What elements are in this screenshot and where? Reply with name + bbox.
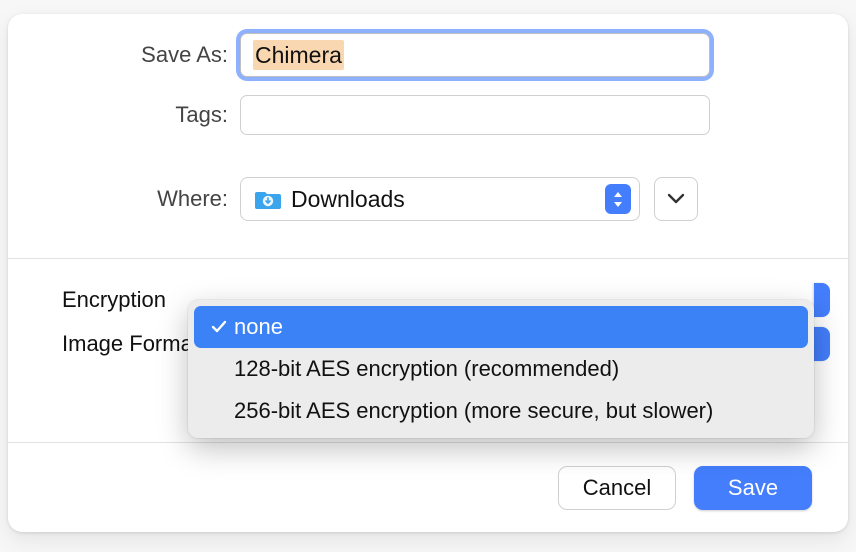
encryption-label: Encryption <box>8 287 166 313</box>
save-as-input[interactable] <box>241 34 709 76</box>
form-area: Save As: Chimera Tags: Where: <box>8 14 848 224</box>
encryption-option-none[interactable]: none <box>194 306 808 348</box>
checkmark-icon <box>208 319 230 335</box>
tags-label: Tags: <box>8 102 240 128</box>
save-as-label: Save As: <box>8 42 240 68</box>
save-as-field[interactable]: Chimera <box>240 33 710 77</box>
separator-bottom <box>8 442 848 443</box>
where-popup[interactable]: Downloads <box>240 177 640 221</box>
where-row: Where: Downloads <box>8 174 848 224</box>
cancel-button-label: Cancel <box>583 475 651 501</box>
downloads-folder-icon <box>255 188 281 210</box>
save-button[interactable]: Save <box>694 466 812 510</box>
encryption-option-label: 256-bit AES encryption (more secure, but… <box>234 398 713 424</box>
image-format-row: Image Forma <box>8 331 193 357</box>
expand-where-button[interactable] <box>654 177 698 221</box>
encryption-dropdown: none 128-bit AES encryption (recommended… <box>188 300 814 438</box>
chevron-down-icon <box>667 193 685 205</box>
encryption-option-label: none <box>234 314 283 340</box>
image-format-popup-peek[interactable] <box>814 327 830 361</box>
where-stepper-icon[interactable] <box>605 184 631 214</box>
dialog-footer: Cancel Save <box>558 466 812 510</box>
where-label: Where: <box>8 186 240 212</box>
where-value: Downloads <box>291 186 605 213</box>
tags-input[interactable] <box>240 95 710 135</box>
save-button-label: Save <box>728 475 778 501</box>
encryption-option-256[interactable]: 256-bit AES encryption (more secure, but… <box>194 390 808 432</box>
encryption-option-label: 128-bit AES encryption (recommended) <box>234 356 619 382</box>
encryption-option-128[interactable]: 128-bit AES encryption (recommended) <box>194 348 808 390</box>
image-format-label: Image Forma <box>8 331 193 357</box>
encryption-row: Encryption <box>8 287 166 313</box>
save-as-row: Save As: Chimera <box>8 30 848 80</box>
save-dialog: Save As: Chimera Tags: Where: <box>8 14 848 532</box>
tags-row: Tags: <box>8 90 848 140</box>
encryption-popup-peek[interactable] <box>814 283 830 317</box>
cancel-button[interactable]: Cancel <box>558 466 676 510</box>
